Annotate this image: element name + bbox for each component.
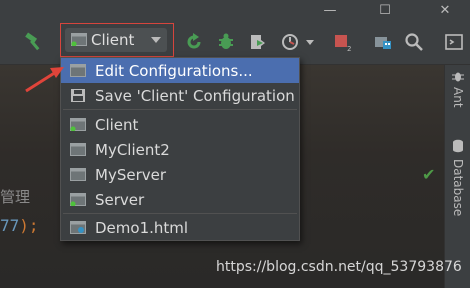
run-config-icon: [71, 33, 87, 46]
project-structure-icon[interactable]: [373, 32, 393, 52]
html-config-icon: [70, 221, 86, 234]
menu-item-label: Server: [95, 190, 145, 209]
chevron-down-icon: [151, 37, 161, 43]
menu-item-myclient2[interactable]: MyClient2: [61, 137, 299, 162]
code-punctuation: );: [19, 216, 39, 235]
close-button[interactable]: ✕: [425, 0, 465, 20]
editor-code-line: 77);: [0, 216, 39, 235]
run-config-label: Client: [91, 31, 135, 49]
menu-separator: [63, 213, 297, 214]
tool-tab-database[interactable]: Database: [451, 159, 465, 216]
rerun-icon[interactable]: [184, 32, 204, 52]
menu-item-save-configuration[interactable]: Save 'Client' Configuration: [61, 83, 299, 108]
app-config-icon: [70, 143, 86, 156]
run-config-dropdown: Edit Configurations... Save 'Client' Con…: [60, 57, 300, 241]
watermark-text: https://blog.csdn.net/qq_53793876: [216, 259, 462, 275]
app-config-running-icon: [70, 118, 86, 131]
coverage-icon[interactable]: [248, 32, 268, 52]
menu-item-label: Edit Configurations...: [95, 61, 253, 80]
svg-text:2: 2: [347, 45, 351, 52]
menu-separator: [63, 109, 297, 110]
editor-code-comment: 管理: [0, 188, 31, 206]
menu-item-label: Save 'Client' Configuration: [95, 86, 295, 105]
annotation-arrow-icon: [25, 67, 64, 93]
maximize-button[interactable]: ☐: [365, 0, 405, 20]
right-tool-strip: Ant Database: [444, 65, 470, 288]
window-title-bar: — ☐ ✕: [0, 0, 470, 20]
menu-item-label: MyClient2: [95, 140, 170, 159]
search-icon[interactable]: [404, 32, 424, 52]
menu-item-label: MyServer: [95, 165, 167, 184]
app-config-icon: [70, 168, 86, 181]
app-config-running-icon: [70, 193, 86, 206]
inspection-ok-icon: ✔: [422, 165, 436, 184]
stop-icon[interactable]: 2: [332, 32, 352, 52]
ant-icon: [452, 72, 464, 82]
terminal-icon[interactable]: [444, 32, 464, 52]
run-config-highlight: Client: [60, 23, 174, 57]
menu-item-myserver[interactable]: MyServer: [61, 162, 299, 187]
menu-item-edit-configurations[interactable]: Edit Configurations...: [61, 58, 299, 83]
hammer-icon[interactable]: [24, 32, 44, 52]
edit-config-icon: [70, 64, 86, 77]
run-config-selector[interactable]: Client: [65, 28, 167, 52]
menu-item-label: Client: [95, 115, 139, 134]
menu-item-server[interactable]: Server: [61, 187, 299, 212]
profile-menu-chevron-icon[interactable]: [306, 40, 314, 45]
minimize-button[interactable]: —: [310, 0, 350, 20]
database-icon: [453, 139, 463, 153]
tool-tab-ant[interactable]: Ant: [451, 87, 465, 108]
menu-item-demo1-html[interactable]: Demo1.html: [61, 215, 299, 240]
code-number: 77: [0, 216, 20, 235]
menu-item-label: Demo1.html: [95, 218, 189, 237]
save-icon: [71, 89, 85, 102]
debug-icon[interactable]: [216, 32, 236, 52]
profile-icon[interactable]: [280, 32, 300, 52]
menu-item-client[interactable]: Client: [61, 112, 299, 137]
